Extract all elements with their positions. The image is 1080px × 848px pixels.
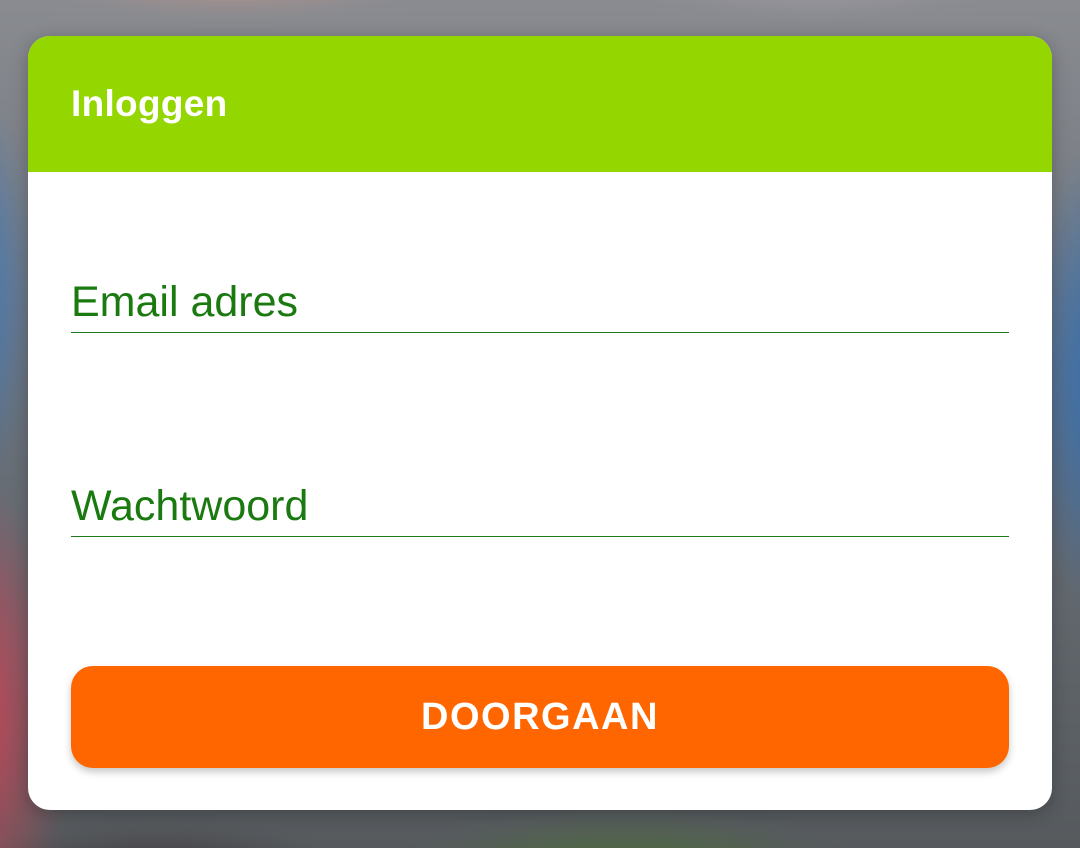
dialog-title: Inloggen: [71, 83, 228, 124]
password-input[interactable]: [71, 476, 1009, 536]
login-dialog: Inloggen DOORGAAN: [28, 36, 1052, 810]
email-input[interactable]: [71, 272, 1009, 332]
email-field: [71, 272, 1009, 333]
continue-button[interactable]: DOORGAAN: [71, 666, 1009, 768]
password-field: [71, 476, 1009, 537]
dialog-header: Inloggen: [28, 36, 1052, 172]
